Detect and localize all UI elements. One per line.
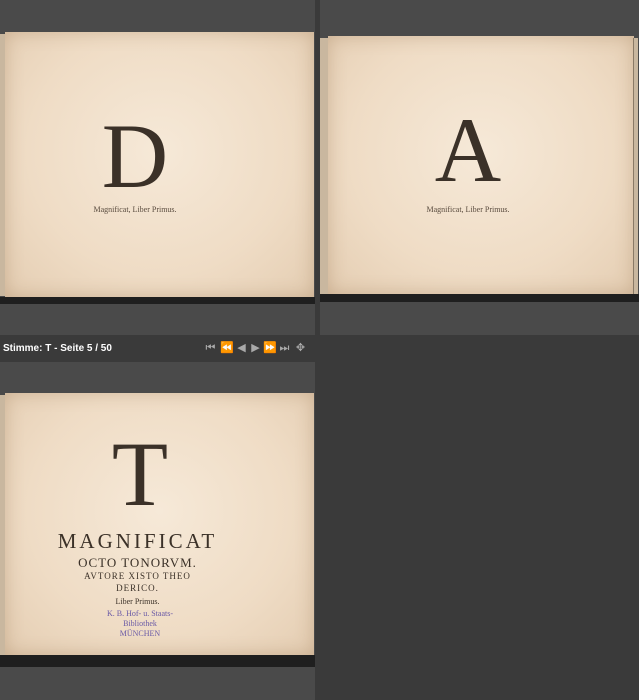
stamp-line-1: K. B. Hof- u. Staats-: [107, 609, 173, 618]
title-autore: AVTORE XISTO THEO: [84, 571, 191, 581]
viewer-toolbar: Stimme: T - Seite 5 / 50 ⏮ ⏪ ◀ ▶ ⏩ ⏭ ✥: [0, 336, 639, 362]
prev-page-icon[interactable]: ◀: [235, 341, 248, 355]
title-derico: DERICO.: [116, 583, 159, 593]
fast-back-icon[interactable]: ⏪: [220, 341, 234, 355]
last-page-icon[interactable]: ⏭: [278, 341, 291, 355]
page-letter-d: D: [101, 105, 169, 207]
page-caption-d: Magnificat, Liber Primus.: [93, 205, 177, 214]
voice-page-label: Stimme: T - Seite 5 / 50: [3, 343, 112, 354]
title-octo-tonorum: OCTO TONORVM.: [78, 555, 197, 570]
first-page-icon[interactable]: ⏮: [204, 341, 217, 355]
page-edge-right: [633, 38, 638, 294]
library-stamp: K. B. Hof- u. Staats- Bibliothek MÜNCHEN: [85, 609, 195, 639]
page-shadow: [320, 294, 639, 302]
page-panel-a[interactable]: A Magnificat, Liber Primus.: [320, 0, 639, 335]
page-caption-a: Magnificat, Liber Primus.: [426, 205, 510, 214]
next-page-icon[interactable]: ▶: [249, 341, 262, 355]
title-liber-primus: Liber Primus.: [115, 597, 160, 606]
page-panel-t[interactable]: T MAGNIFICAT OCTO TONORVM. AVTORE XISTO …: [0, 362, 315, 700]
title-magnificat: MAGNIFICAT: [57, 529, 218, 553]
page-letter-a: A: [434, 99, 502, 201]
stamp-line-3: MÜNCHEN: [119, 629, 161, 638]
fast-forward-icon[interactable]: ⏩: [263, 341, 277, 355]
move-icon[interactable]: ✥: [294, 341, 307, 355]
stamp-line-2: Bibliothek: [123, 619, 157, 628]
page-panel-d[interactable]: D Magnificat, Liber Primus.: [0, 0, 315, 335]
page-shadow: [0, 297, 315, 304]
